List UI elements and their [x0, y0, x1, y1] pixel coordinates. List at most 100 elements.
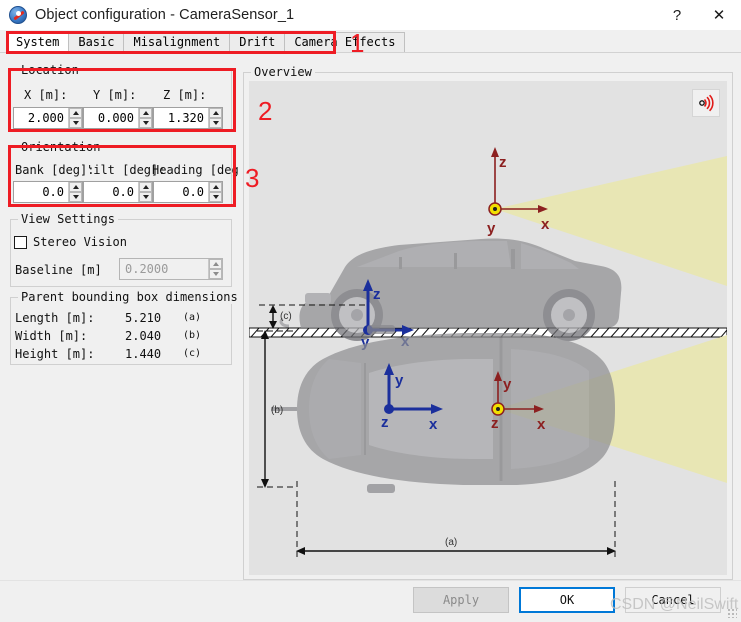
location-y-spinner[interactable]: 0.000 — [83, 107, 153, 129]
window-controls: ? ✕ — [657, 0, 741, 30]
chevron-up-icon — [212, 111, 219, 115]
watermark: CSDN @NeilSwift — [610, 596, 739, 613]
vehicle-axis-y-label-top: y — [395, 372, 404, 389]
bbox-height-label: Height [m]: — [15, 347, 95, 361]
location-group-title: Location — [18, 63, 82, 77]
help-button[interactable]: ? — [657, 0, 697, 30]
vehicle-side-view — [279, 238, 622, 341]
length-dimension-top: (a) — [296, 481, 616, 559]
location-y-label: Y [m]: — [93, 88, 137, 102]
location-y-value[interactable]: 0.000 — [84, 108, 138, 128]
annotation-number-3: 3 — [245, 163, 260, 193]
apply-button[interactable]: Apply — [413, 587, 509, 613]
orientation-bank-spin-up[interactable] — [69, 182, 82, 192]
location-x-spin-down[interactable] — [69, 118, 82, 128]
close-icon[interactable]: ✕ — [697, 0, 741, 30]
baseline-spinner: 0.2000 — [119, 258, 223, 280]
chevron-down-icon — [72, 195, 79, 199]
location-z-spin-buttons[interactable] — [208, 108, 222, 128]
location-z-label: Z [m]: — [163, 88, 207, 102]
overview-canvas: (c) z x y z x y — [249, 81, 727, 575]
baseline-value: 0.2000 — [125, 262, 169, 276]
tab-camera-effects[interactable]: Camera Effects — [284, 32, 406, 52]
chevron-down-icon — [142, 195, 149, 199]
location-x-spin-up[interactable] — [69, 108, 82, 118]
annotation-number-1: 1 — [350, 28, 365, 58]
chevron-up-icon — [212, 185, 219, 189]
sensor-axis-x-label-side: x — [541, 216, 550, 233]
location-y-field[interactable]: 0.000 — [83, 107, 153, 129]
window-titlebar: Object configuration - CameraSensor_1 ? … — [0, 0, 741, 30]
location-x-spin-buttons[interactable] — [68, 108, 82, 128]
orientation-tilt-spinner[interactable]: 0.0 — [83, 181, 153, 203]
bbox-width-label: Width [m]: — [15, 329, 88, 343]
location-y-spin-down[interactable] — [139, 118, 152, 128]
orientation-bank-spin-down[interactable] — [69, 192, 82, 202]
orientation-heading-value[interactable]: 0.0 — [154, 182, 208, 202]
orientation-tilt-value[interactable]: 0.0 — [84, 182, 138, 202]
overview-group: Overview (c) z y z x y (b) (a) y x z y x… — [243, 65, 733, 580]
sensor-axis-x-label-top: x — [537, 416, 546, 433]
bbox-height-value: 1.440 — [125, 347, 162, 361]
orientation-bank-field[interactable]: 0.0 — [13, 181, 83, 203]
width-marker-label: (b) — [271, 405, 283, 416]
orientation-heading-spin-down[interactable] — [209, 192, 222, 202]
location-x-label: X [m]: — [24, 88, 68, 102]
location-x-value[interactable]: 2.000 — [14, 108, 68, 128]
sensor-wave-icon — [699, 94, 714, 112]
chevron-down-icon — [142, 121, 149, 125]
orientation-bank-spin-buttons[interactable] — [68, 182, 82, 202]
baseline-label: Baseline [m] — [15, 263, 102, 277]
app-icon — [9, 6, 27, 24]
stereo-vision-checkbox-row[interactable]: Stereo Vision — [14, 235, 127, 249]
baseline-spin-buttons — [208, 259, 222, 279]
sensor-axis-z-label-top: z — [491, 415, 499, 432]
orientation-tilt-spin-buttons[interactable] — [138, 182, 152, 202]
orientation-bank-label: Bank [deg]: — [15, 163, 95, 177]
location-x-spinner[interactable]: 2.000 — [13, 107, 83, 129]
orientation-tilt-field[interactable]: 0.0 — [83, 181, 153, 203]
orientation-heading-spin-buttons[interactable] — [208, 182, 222, 202]
location-y-spin-buttons[interactable] — [138, 108, 152, 128]
tab-basic[interactable]: Basic — [68, 32, 125, 52]
location-z-spin-up[interactable] — [209, 108, 222, 118]
tab-system[interactable]: System — [6, 32, 70, 52]
orientation-group-title: Orientation — [18, 140, 104, 154]
baseline-spin-up — [209, 259, 222, 269]
bounding-box-group-title: Parent bounding box dimensions — [18, 290, 241, 304]
orientation-heading-spinner[interactable]: 0.0 — [153, 181, 223, 203]
sensor-wave-icon-button[interactable] — [692, 89, 720, 117]
location-z-value[interactable]: 1.320 — [154, 108, 208, 128]
baseline-field: 0.2000 — [119, 258, 223, 280]
baseline-spin-down — [209, 269, 222, 279]
orientation-heading-field[interactable]: 0.0 — [153, 181, 223, 203]
height-marker-label: (c) — [280, 311, 292, 322]
chevron-down-icon — [212, 272, 219, 276]
chevron-up-icon — [212, 262, 219, 266]
location-x-field[interactable]: 2.000 — [13, 107, 83, 129]
sensor-axis-y-label-side: y — [487, 220, 496, 237]
stereo-vision-label: Stereo Vision — [33, 235, 127, 249]
location-z-spinner[interactable]: 1.320 — [153, 107, 223, 129]
tab-drift[interactable]: Drift — [229, 32, 286, 52]
sensor-origin-dot-top — [496, 407, 500, 411]
length-marker-label: (a) — [445, 537, 457, 548]
chevron-down-icon — [72, 121, 79, 125]
orientation-heading-spin-up[interactable] — [209, 182, 222, 192]
orientation-tilt-spin-down[interactable] — [139, 192, 152, 202]
tab-misalignment[interactable]: Misalignment — [123, 32, 231, 52]
location-z-field[interactable]: 1.320 — [153, 107, 223, 129]
sensor-axis-z-label-side: z — [499, 154, 507, 171]
bbox-height-marker: (c) — [183, 348, 202, 359]
view-settings-group-title: View Settings — [18, 212, 118, 226]
orientation-bank-spinner[interactable]: 0.0 — [13, 181, 83, 203]
stereo-vision-checkbox[interactable] — [14, 235, 27, 249]
orientation-bank-value[interactable]: 0.0 — [14, 182, 68, 202]
location-y-spin-up[interactable] — [139, 108, 152, 118]
location-z-spin-down[interactable] — [209, 118, 222, 128]
sensor-origin-dot-side — [493, 207, 497, 211]
orientation-tilt-spin-up[interactable] — [139, 182, 152, 192]
ok-button[interactable]: OK — [519, 587, 615, 613]
chevron-down-icon — [212, 121, 219, 125]
bbox-length-marker: (a) — [183, 312, 202, 323]
